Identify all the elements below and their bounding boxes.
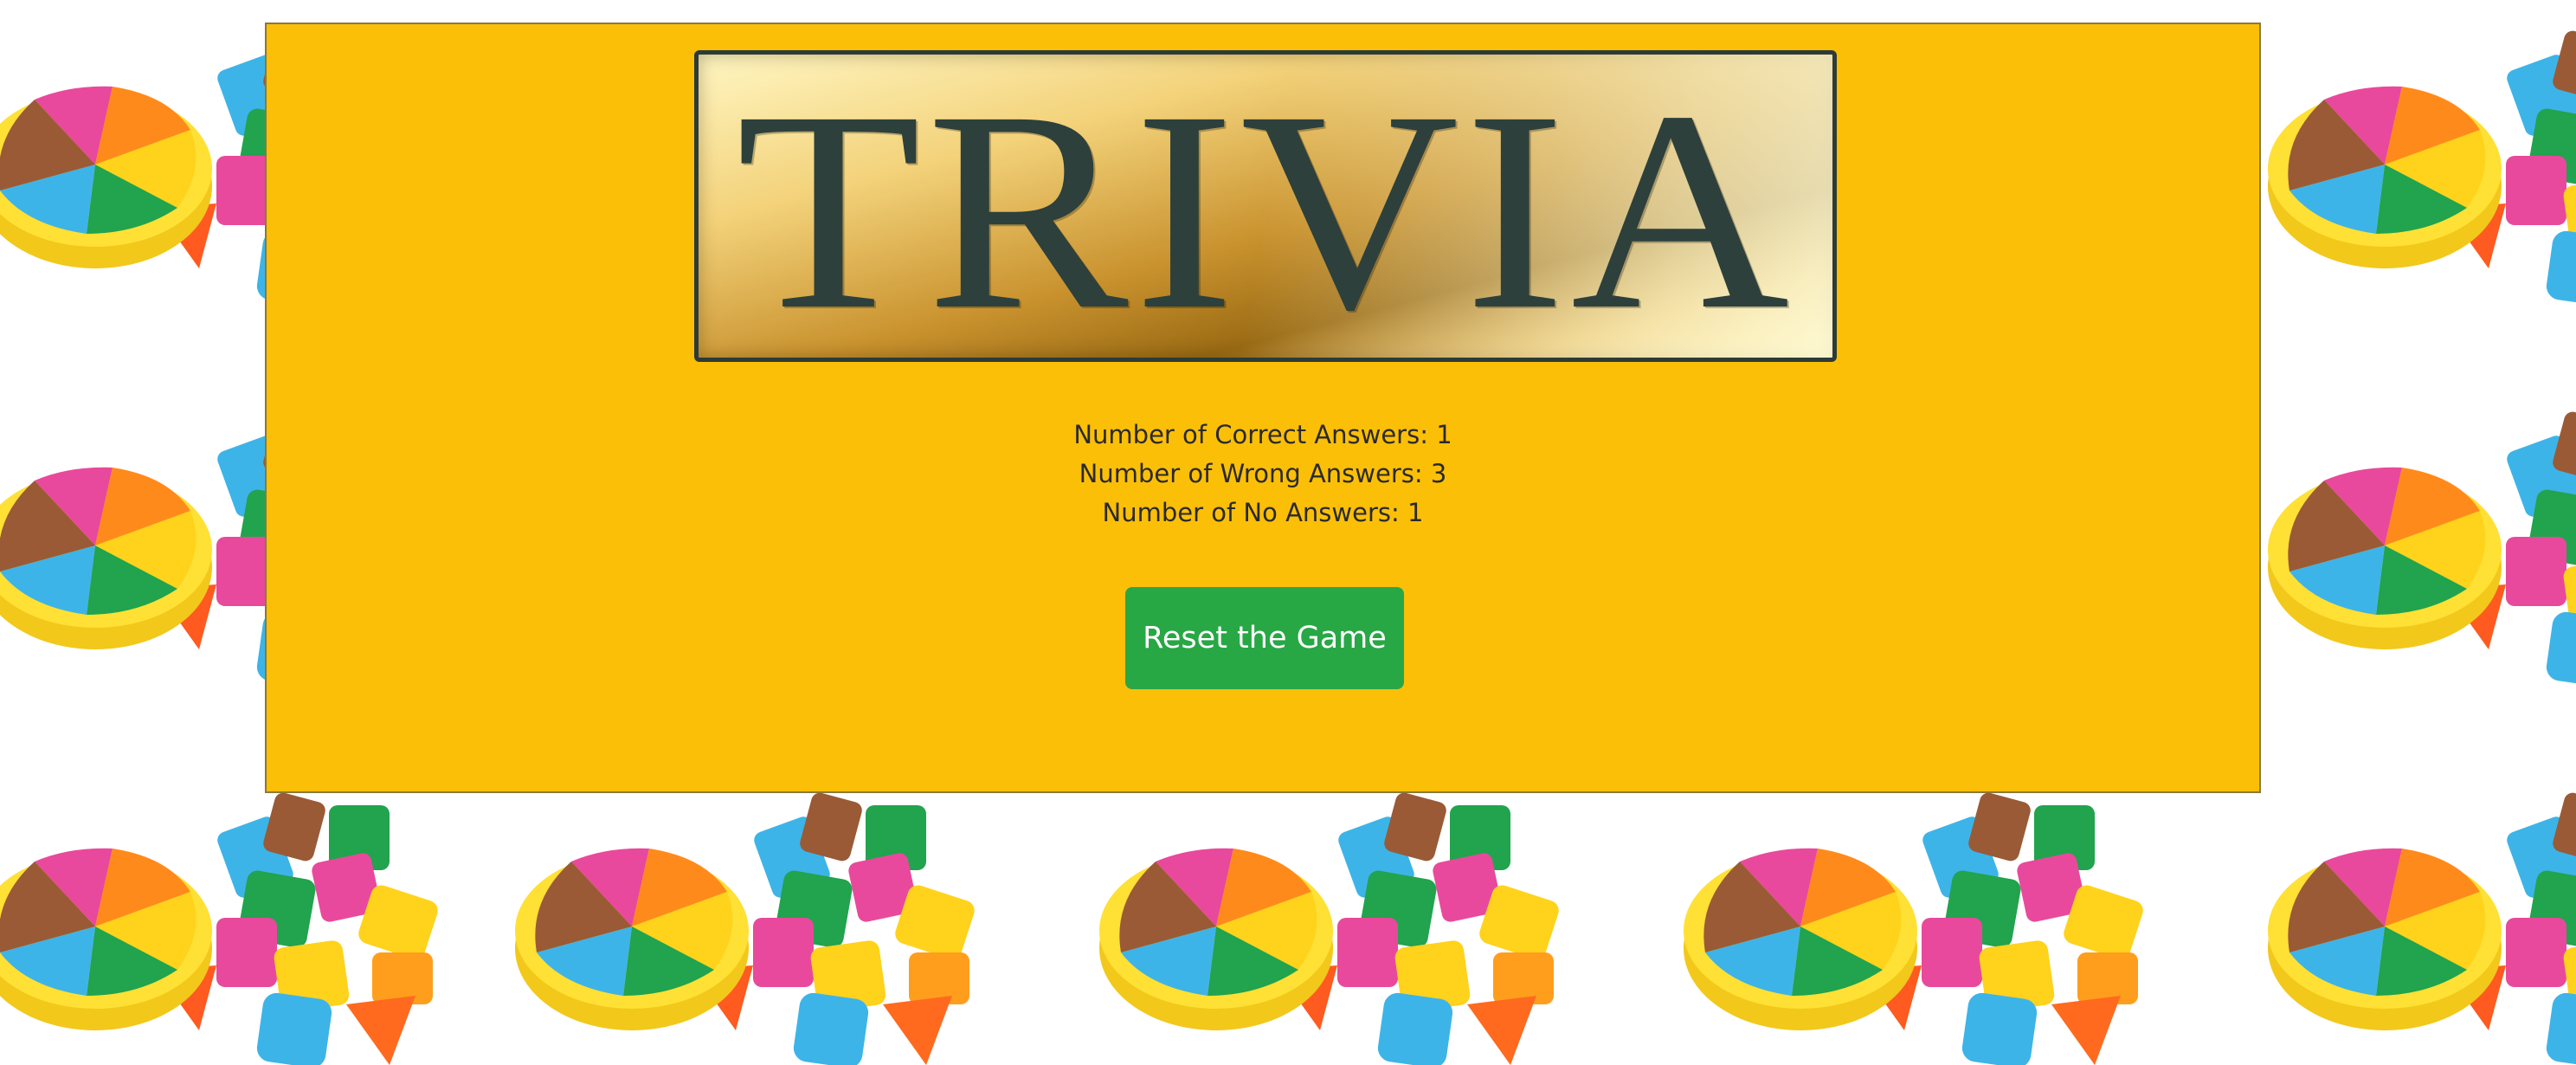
wrong-answers-count: Number of Wrong Answers: 3 (1079, 459, 1447, 488)
reset-game-button-label: Reset the Game (1143, 621, 1387, 655)
correct-answers-count: Number of Correct Answers: 1 (1073, 420, 1452, 449)
no-answers-count: Number of No Answers: 1 (1102, 498, 1424, 527)
reset-game-button[interactable]: Reset the Game (1125, 587, 1404, 689)
trivia-logo: TRIVIA (694, 50, 1837, 362)
trivia-logo-text: TRIVIA (736, 53, 1795, 362)
game-panel: TRIVIA Number of Correct Answers: 1 Numb… (265, 23, 2261, 793)
score-summary: Number of Correct Answers: 1 Number of W… (267, 416, 2259, 532)
